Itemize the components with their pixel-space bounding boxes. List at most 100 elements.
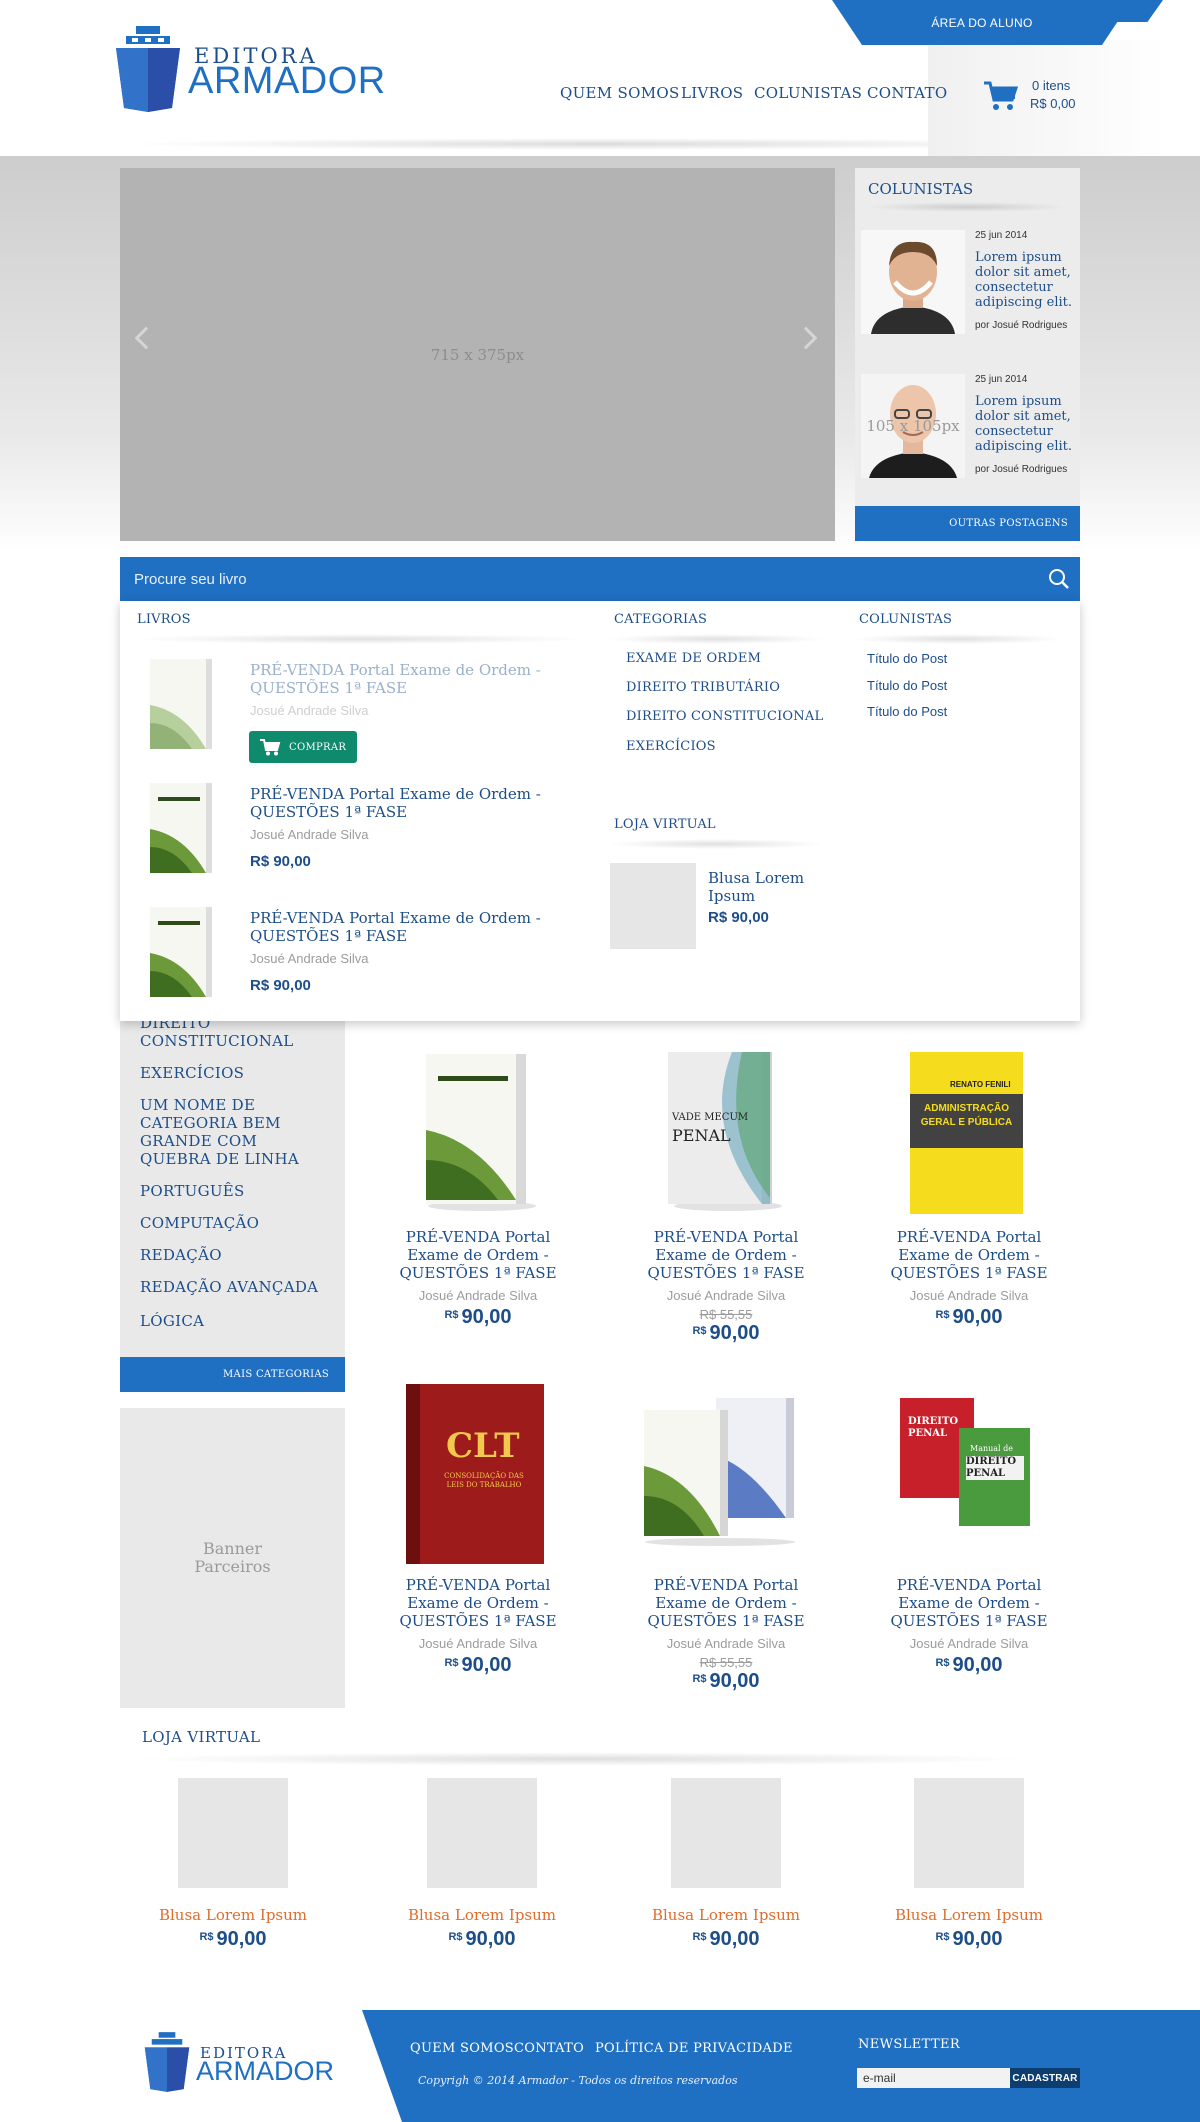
product-price: R$ 90,00 [626, 1322, 826, 1345]
product-title[interactable]: PRÉ-VENDA Portal Exame de Ordem - QUESTÕ… [869, 1576, 1069, 1630]
dropdown-book-title[interactable]: PRÉ-VENDA Portal Exame de Ordem - QUESTÕ… [250, 785, 550, 821]
logo[interactable]: EDITORA ARMADOR [112, 24, 385, 114]
sidebar-category[interactable]: PORTUGUÊS [140, 1182, 340, 1200]
price-value: 90,00 [709, 1322, 760, 1344]
sidebar-category[interactable]: EXERCÍCIOS [140, 1064, 340, 1082]
sidebar-category[interactable]: LÓGICA [140, 1312, 340, 1330]
outras-postagens-button[interactable]: OUTRAS POSTAGENS [855, 506, 1080, 541]
dropdown-book-title[interactable]: PRÉ-VENDA Portal Exame de Ordem - QUESTÕ… [250, 661, 550, 697]
price-value: 90,00 [465, 1928, 516, 1950]
product-cover[interactable]: CLT CONSOLIDAÇÃO DAS LEIS DO TRABALHO [406, 1384, 544, 1564]
colunistas-title: COLUNISTAS [868, 180, 974, 198]
post-excerpt[interactable]: Lorem ipsum dolor sit amet, consectetur … [975, 394, 1075, 454]
dropdown-post-link[interactable]: Título do Post [867, 651, 947, 666]
product-card[interactable]: PRÉ-VENDA Portal Exame de Ordem - QUESTÕ… [869, 1228, 1069, 1329]
store-item-name[interactable]: Blusa Lorem Ipsum [626, 1906, 826, 1924]
cart-button[interactable]: 0 itens R$ 0,00 [982, 76, 1077, 116]
nav-livros[interactable]: LIVROS [681, 84, 743, 102]
post-excerpt[interactable]: Lorem ipsum dolor sit amet, consectetur … [975, 250, 1075, 310]
product-title[interactable]: PRÉ-VENDA Portal Exame de Ordem - QUESTÕ… [378, 1228, 578, 1282]
colunistas-box: COLUNISTAS 25 jun 2014 Lorem ipsum dolor… [855, 168, 1080, 541]
store-item-name[interactable]: Blusa Lorem Ipsum [382, 1906, 582, 1924]
product-card[interactable]: PRÉ-VENDA Portal Exame de Ordem - QUESTÕ… [378, 1228, 578, 1329]
store-item-name[interactable]: Blusa Lorem Ipsum [133, 1906, 333, 1924]
product-author: Josué Andrade Silva [666, 1636, 786, 1651]
footer-logo[interactable]: EDITORA ARMADOR [142, 2030, 342, 2096]
dropdown-loja-name[interactable]: Blusa Lorem Ipsum [708, 869, 818, 905]
product-card[interactable]: PRÉ-VENDA Portal Exame de Ordem - QUESTÕ… [869, 1576, 1069, 1677]
sidebar-category[interactable]: REDAÇÃO [140, 1246, 340, 1264]
dropdown-book-thumb[interactable] [148, 905, 218, 1000]
sidebar-category[interactable]: UM NOME DE CATEGORIA BEM GRANDE COM QUEB… [140, 1096, 320, 1168]
store-item-image[interactable] [914, 1778, 1024, 1888]
comprar-button[interactable]: COMPRAR [249, 731, 357, 763]
product-title[interactable]: PRÉ-VENDA Portal Exame de Ordem - QUESTÕ… [626, 1576, 826, 1630]
dropdown-post-link[interactable]: Título do Post [867, 704, 947, 719]
search-input[interactable] [134, 568, 994, 590]
newsletter-email-input[interactable] [857, 2068, 1010, 2088]
currency: R$ [199, 1931, 214, 1943]
sidebar-category[interactable]: REDAÇÃO AVANÇADA [140, 1278, 340, 1296]
footer-link-quem-somos[interactable]: QUEM SOMOS [410, 2041, 514, 2056]
store-item-image[interactable] [671, 1778, 781, 1888]
area-aluno-link[interactable]: ÁREA DO ALUNO [832, 0, 1132, 45]
product-card[interactable]: PRÉ-VENDA Portal Exame de Ordem - QUESTÕ… [378, 1576, 578, 1677]
dropdown-book-author: Josué Andrade Silva [250, 951, 369, 966]
product-cover[interactable] [640, 1396, 800, 1546]
colunista-avatar[interactable]: 105 x 105px [861, 374, 965, 478]
nav-contato[interactable]: CONTATO [867, 84, 948, 102]
dropdown-divider [130, 634, 590, 644]
dropdown-book-thumb[interactable] [148, 781, 218, 876]
product-cover[interactable]: VADE MECUM PENAL [662, 1048, 782, 1212]
product-old-price: R$ 55,55 [699, 1307, 753, 1322]
dropdown-book-author: Josué Andrade Silva [250, 827, 369, 842]
footer-link-privacidade[interactable]: POLÍTICA DE PRIVACIDADE [595, 2041, 793, 2056]
store-item-name[interactable]: Blusa Lorem Ipsum [869, 1906, 1069, 1924]
product-title[interactable]: PRÉ-VENDA Portal Exame de Ordem - QUESTÕ… [378, 1576, 578, 1630]
nav-quem-somos[interactable]: QUEM SOMOS [560, 84, 680, 102]
store-item-image[interactable] [178, 1778, 288, 1888]
category-sidebar: DIREITO CONSTITUCIONAL EXERCÍCIOS UM NOM… [120, 1010, 345, 1358]
cover-text: DIREITO PENAL [966, 1456, 1024, 1480]
currency: R$ [444, 1309, 459, 1321]
search-icon[interactable] [1048, 568, 1070, 590]
dropdown-category[interactable]: DIREITO CONSTITUCIONAL [626, 709, 823, 724]
banner-parceiros[interactable]: Banner Parceiros [120, 1408, 345, 1708]
sidebar-category[interactable]: COMPUTAÇÃO [140, 1214, 340, 1232]
product-card[interactable]: PRÉ-VENDA Portal Exame de Ordem - QUESTÕ… [626, 1576, 826, 1693]
cover-text: ADMINISTRAÇÃO GERAL E PÚBLICA [910, 1094, 1023, 1148]
store-item-image[interactable] [427, 1778, 537, 1888]
dropdown-post-link[interactable]: Título do Post [867, 678, 947, 693]
colunista-avatar[interactable] [861, 230, 965, 334]
store-item[interactable]: Blusa Lorem Ipsum R$ 90,00 [869, 1778, 1069, 1951]
product-cover[interactable]: RENATO FENILI ADMINISTRAÇÃO GERAL E PÚBL… [910, 1052, 1023, 1214]
footer-blue-panel [362, 2010, 1200, 2122]
footer-link-contato[interactable]: CONTATO [514, 2041, 584, 2056]
store-item[interactable]: Blusa Lorem Ipsum R$ 90,00 [133, 1778, 333, 1951]
currency: R$ [692, 1673, 707, 1685]
store-item[interactable]: Blusa Lorem Ipsum R$ 90,00 [382, 1778, 582, 1951]
mais-categorias-button[interactable]: MAIS CATEGORIAS [120, 1357, 345, 1392]
currency: R$ [935, 1309, 950, 1321]
price-value: 90,00 [709, 1670, 760, 1692]
dropdown-category[interactable]: EXAME DE ORDEM [626, 651, 761, 666]
price-value: 90,00 [216, 1928, 267, 1950]
product-card[interactable]: PRÉ-VENDA Portal Exame de Ordem - QUESTÕ… [626, 1228, 826, 1345]
product-cover[interactable] [418, 1050, 536, 1212]
dropdown-divider [606, 634, 826, 644]
hero-slider[interactable]: 715 x 375px [120, 168, 835, 541]
dropdown-book-thumb[interactable] [148, 657, 218, 752]
store-item[interactable]: Blusa Lorem Ipsum R$ 90,00 [626, 1778, 826, 1951]
dropdown-book-author: Josué Andrade Silva [250, 703, 369, 718]
dropdown-book-title[interactable]: PRÉ-VENDA Portal Exame de Ordem - QUESTÕ… [250, 909, 550, 945]
store-item-price: R$ 90,00 [382, 1928, 582, 1951]
product-title[interactable]: PRÉ-VENDA Portal Exame de Ordem - QUESTÕ… [626, 1228, 826, 1282]
product-title[interactable]: PRÉ-VENDA Portal Exame de Ordem - QUESTÕ… [869, 1228, 1069, 1282]
newsletter-submit-button[interactable]: CADASTRAR [1010, 2068, 1080, 2088]
colunistas-divider [865, 202, 1070, 212]
product-cover[interactable]: DIREITO PENAL Manual de DIREITO PENAL [900, 1398, 1032, 1528]
dropdown-category[interactable]: DIREITO TRIBUTÁRIO [626, 680, 780, 695]
dropdown-loja-image[interactable] [610, 863, 696, 949]
nav-colunistas[interactable]: COLUNISTAS [754, 84, 862, 102]
dropdown-category[interactable]: EXERCÍCIOS [626, 739, 716, 754]
